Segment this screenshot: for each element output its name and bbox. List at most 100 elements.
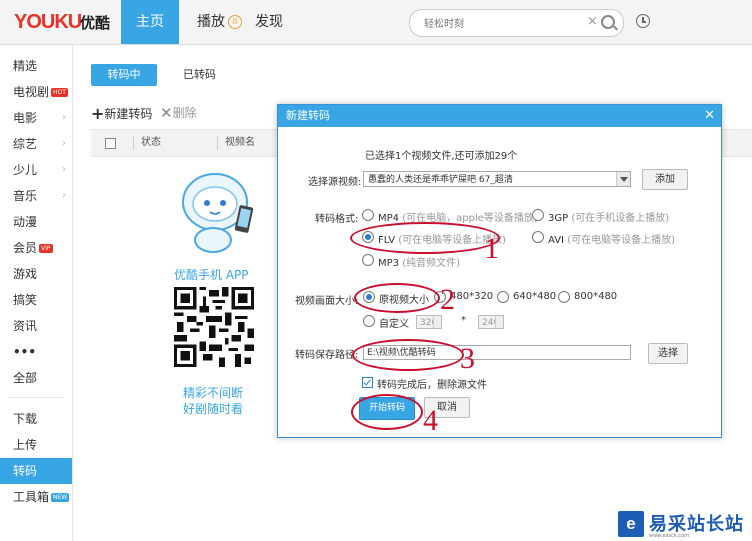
search-box: ×	[409, 9, 624, 37]
sidebar-item-label: 少儿	[13, 163, 38, 177]
sidebar-item-label: 会员	[13, 241, 38, 255]
more-dots-icon: •••	[13, 345, 37, 359]
sidebar-item-music[interactable]: 音乐 ›	[0, 183, 72, 209]
annotation-number-2: 2	[440, 283, 455, 316]
custom-height-stepper[interactable]: 240	[478, 315, 504, 329]
new-transcode-dialog: 新建转码 ✕ 已选择1个视频文件,还可添加29个 选择源视频: 愚蠢的人类还是乖…	[277, 104, 722, 438]
size-800x480-radio[interactable]	[558, 291, 570, 303]
column-divider	[133, 136, 134, 150]
sidebar-item-label: 资讯	[13, 319, 38, 333]
save-path-label: 转码保存路径:	[295, 350, 359, 361]
stepper-arrows-icon[interactable]	[433, 316, 441, 328]
annotation-number-3: 3	[460, 342, 475, 375]
size-480x320-label: 480*320	[450, 291, 494, 302]
youku-logo-cn: 优酷	[80, 14, 111, 32]
format-label: 转码格式:	[315, 214, 359, 225]
choose-path-button[interactable]: 选择	[648, 343, 688, 364]
delete-x-icon: ✕	[160, 104, 173, 122]
stepper-arrows-icon[interactable]	[495, 316, 503, 328]
sidebar-item-all[interactable]: 全部	[0, 365, 72, 391]
new-transcode-label: 新建转码	[104, 107, 153, 121]
format-avi-name: AVI	[548, 235, 564, 246]
vip-badge: VIP	[39, 244, 53, 253]
plus-icon: +	[91, 104, 105, 123]
format-avi-radio[interactable]	[532, 231, 544, 243]
sidebar-item-more[interactable]: •••	[0, 339, 72, 365]
history-clock-icon[interactable]	[636, 14, 650, 28]
format-3gp-name: 3GP	[548, 213, 569, 224]
nav-play-tab[interactable]: 播放 II	[197, 0, 242, 44]
sidebar-item-games[interactable]: 游戏	[0, 261, 72, 287]
select-all-checkbox[interactable]	[105, 138, 116, 149]
tab-converted[interactable]: 已转码	[183, 64, 216, 86]
annotation-number-4: 4	[423, 404, 438, 437]
new-transcode-button[interactable]: +新建转码	[91, 104, 152, 123]
nav-discover-tab[interactable]: 发现	[255, 0, 283, 44]
format-mp4-radio[interactable]	[362, 209, 374, 221]
sidebar-item-news[interactable]: 资讯	[0, 313, 72, 339]
sidebar-item-toolbox[interactable]: 工具箱 NEW	[0, 484, 72, 510]
close-icon[interactable]: ✕	[704, 105, 715, 127]
top-bar: YOUKU 优酷 主页 播放II 发现 ×	[0, 0, 752, 45]
selection-info: 已选择1个视频文件,还可添加29个	[365, 151, 518, 162]
nav-home-tab[interactable]: 主页	[121, 0, 179, 44]
sidebar-item-label: 精选	[13, 59, 38, 73]
site-watermark: e 易采站长站 www.easck.com	[616, 509, 752, 541]
sidebar-item-vip[interactable]: 会员 VIP	[0, 235, 72, 261]
sidebar-item-tv[interactable]: 电视剧 HOT	[0, 79, 72, 105]
format-mp3-option: MP3 (纯音频文件)	[378, 254, 460, 269]
sidebar-item-transcode[interactable]: 转码	[0, 458, 72, 484]
search-icon[interactable]	[601, 15, 615, 29]
format-3gp-radio[interactable]	[532, 209, 544, 221]
youku-mascot-image	[182, 173, 254, 253]
search-input[interactable]	[422, 14, 586, 34]
sidebar-divider	[8, 397, 64, 398]
sidebar-item-movie[interactable]: 电影 ›	[0, 105, 72, 131]
chevron-right-icon: ›	[62, 190, 66, 201]
sidebar-item-download[interactable]: 下载	[0, 406, 72, 432]
size-custom-label: 自定义	[379, 319, 409, 330]
sidebar-item-label: 动漫	[13, 215, 38, 229]
sidebar-item-variety[interactable]: 综艺 ›	[0, 131, 72, 157]
delete-label: 删除	[172, 106, 197, 120]
chevron-right-icon: ›	[62, 164, 66, 175]
size-800x480-label: 800*480	[574, 291, 618, 302]
sidebar-item-anime[interactable]: 动漫	[0, 209, 72, 235]
youku-logo[interactable]: YOUKU	[14, 11, 82, 34]
add-button[interactable]: 添加	[642, 169, 688, 190]
dialog-title-bar: 新建转码 ✕	[278, 105, 721, 127]
sidebar-item-label: 电影	[13, 111, 38, 125]
delete-source-checkbox[interactable]	[362, 377, 373, 388]
custom-width-stepper[interactable]: 320	[416, 315, 442, 329]
sidebar-item-kids[interactable]: 少儿 ›	[0, 157, 72, 183]
column-video-name: 视频名	[225, 137, 255, 148]
format-mp3-name: MP3	[378, 258, 400, 269]
new-badge: NEW	[51, 493, 70, 502]
sidebar-item-label: 下载	[13, 412, 38, 426]
format-3gp-option: 3GP (可在手机设备上播放)	[548, 209, 669, 224]
sidebar-item-label: 搞笑	[13, 293, 38, 307]
format-avi-hint: (可在电脑等设备上播放)	[567, 235, 675, 246]
annotation-number-1: 1	[484, 232, 499, 265]
sidebar-item-label: 转码	[13, 464, 38, 478]
delete-button[interactable]: ✕删除	[160, 104, 197, 122]
tab-converting[interactable]: 转码中	[91, 64, 157, 86]
sidebar-item-funny[interactable]: 搞笑	[0, 287, 72, 313]
sidebar-item-upload[interactable]: 上传	[0, 432, 72, 458]
clear-icon[interactable]: ×	[587, 14, 598, 29]
sidebar-item-featured[interactable]: 精选	[0, 53, 72, 79]
annotation-circle-4	[351, 394, 423, 430]
annotation-circle-1	[350, 222, 500, 254]
size-custom-radio[interactable]	[363, 315, 375, 327]
chevron-right-icon: ›	[62, 112, 66, 123]
sidebar-item-label: 全部	[13, 371, 38, 385]
source-video-select[interactable]: 愚蠢的人类还是乖乖铲屎吧 67_超清	[363, 171, 631, 187]
sidebar-item-label: 综艺	[13, 137, 38, 151]
column-divider	[217, 136, 218, 150]
app-promo-label: 优酷手机 APP	[174, 268, 249, 282]
size-640x480-radio[interactable]	[497, 291, 509, 303]
chevron-down-icon	[616, 172, 630, 186]
format-mp3-radio[interactable]	[362, 254, 374, 266]
play-count-icon: II	[228, 15, 242, 29]
sidebar-item-label: 音乐	[13, 189, 38, 203]
